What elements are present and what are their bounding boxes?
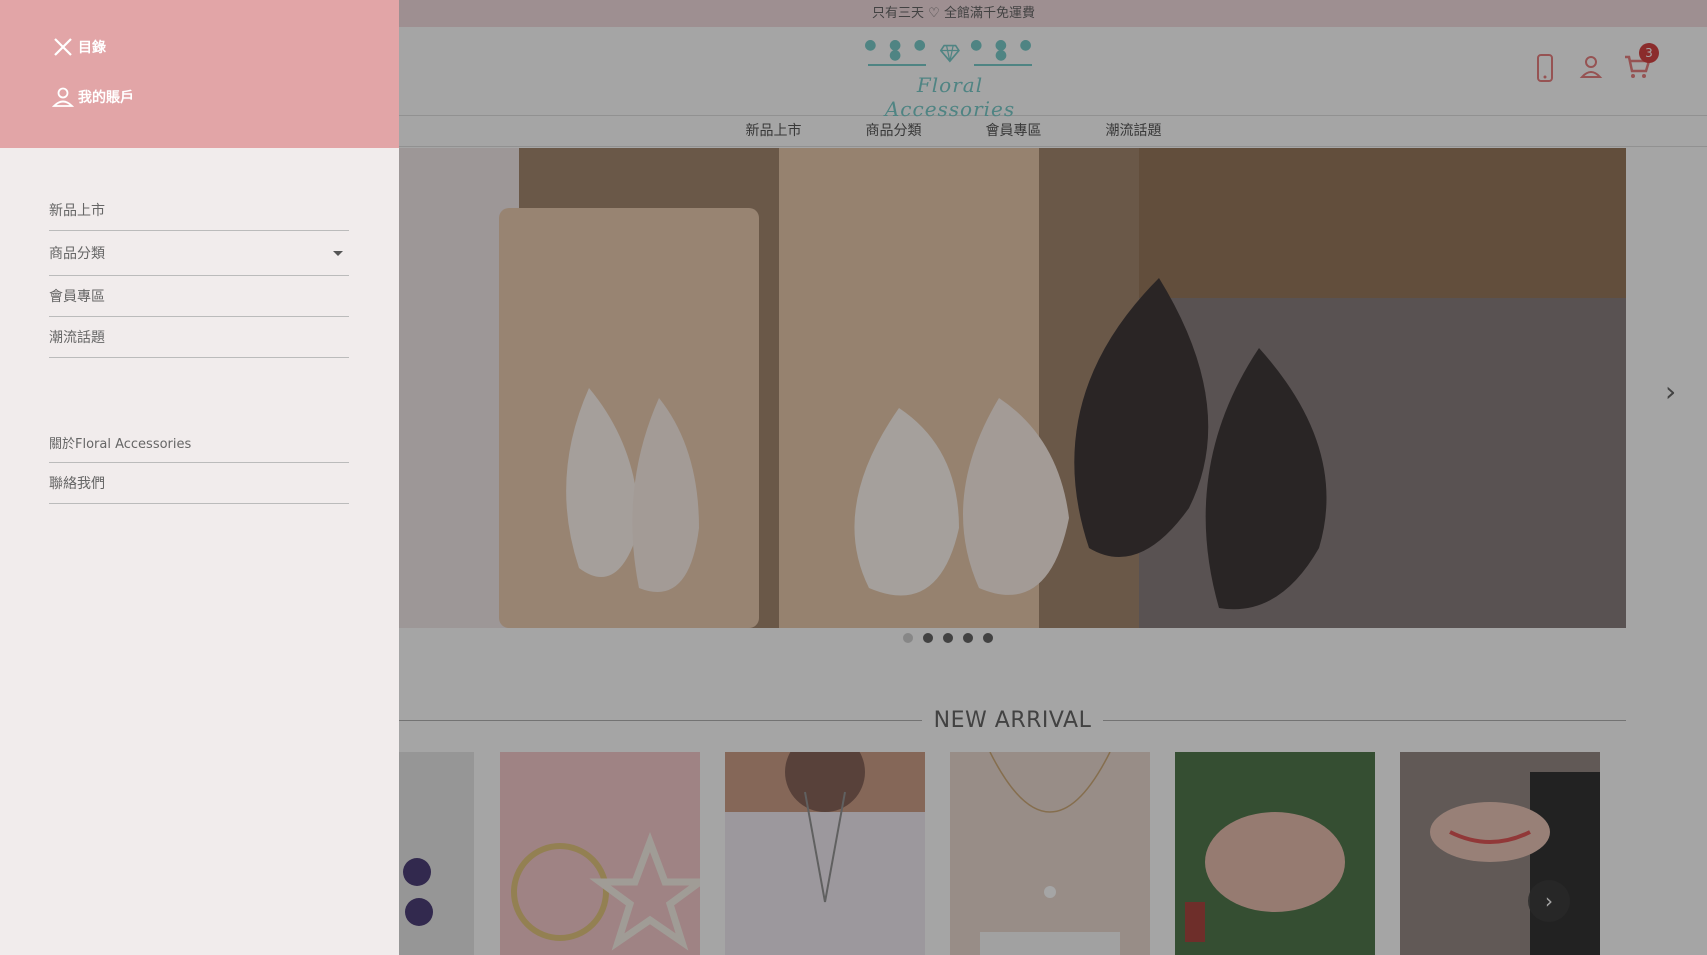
drawer-item-new-arrivals[interactable]: 新品上市 <box>49 190 349 231</box>
close-icon <box>54 38 72 56</box>
user-icon <box>52 87 74 107</box>
close-menu-button[interactable]: 目錄 <box>52 36 106 58</box>
drawer-item-members[interactable]: 會員專區 <box>49 276 349 317</box>
drawer-secondary-menu: 關於Floral Accessories 聯絡我們 <box>49 422 349 504</box>
drawer-main-menu: 新品上市 商品分類 會員專區 潮流話題 <box>49 190 349 358</box>
drawer-item-contact[interactable]: 聯絡我們 <box>49 463 349 504</box>
drawer-header: 目錄 我的賬戶 <box>0 0 399 148</box>
menu-label: 目錄 <box>78 40 106 56</box>
caret-down-icon[interactable] <box>333 250 343 256</box>
my-account-link[interactable]: 我的賬戶 <box>52 86 134 108</box>
account-label: 我的賬戶 <box>78 90 134 106</box>
side-drawer: 目錄 我的賬戶 新品上市 商品分類 會員專區 潮流話題 關於Floral Acc… <box>0 0 399 955</box>
drawer-item-trends[interactable]: 潮流話題 <box>49 317 349 358</box>
drawer-item-about[interactable]: 關於Floral Accessories <box>49 422 349 463</box>
drawer-item-categories[interactable]: 商品分類 <box>49 231 349 276</box>
